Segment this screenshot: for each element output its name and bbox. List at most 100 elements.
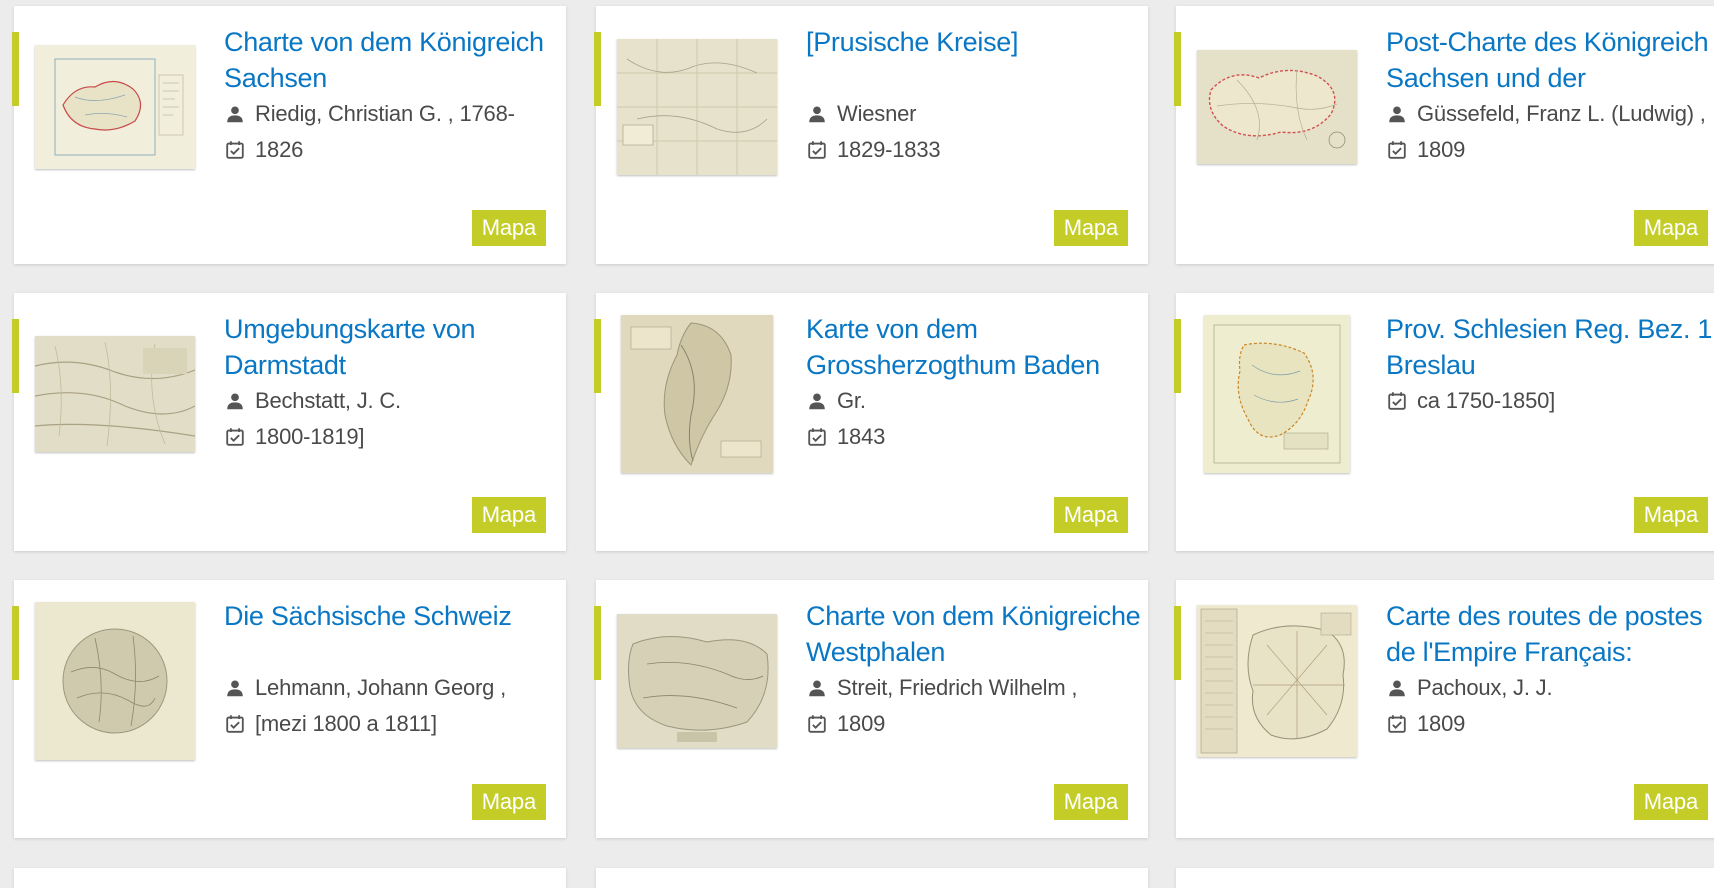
result-title[interactable]: [Prusische Kreise] — [806, 24, 1151, 96]
result-card[interactable]: Die Sächsische Schweiz Lehmann, Johann G… — [12, 580, 569, 838]
author-text[interactable]: Gr. — [837, 383, 866, 419]
card-accent-bar — [1174, 319, 1181, 393]
card-accent-bar — [594, 32, 601, 106]
calendar-check-icon — [808, 141, 826, 159]
person-icon — [227, 393, 243, 410]
card-accent-bar — [12, 606, 19, 680]
result-title[interactable]: Charte von dem Königreiche Westphalen — [806, 598, 1151, 670]
map-thumbnail[interactable] — [34, 600, 196, 762]
result-card[interactable]: Charte von dem Königreich Sachsen Riedig… — [12, 6, 569, 264]
author-text[interactable]: Pachoux, J. J. — [1417, 670, 1553, 706]
calendar-check-icon — [1388, 392, 1406, 410]
author-row: Streit, Friedrich Wilhelm , — [806, 670, 1151, 706]
author-row: Gr. — [806, 383, 1151, 419]
type-badge[interactable]: Mapa — [1053, 497, 1128, 533]
type-badge[interactable]: Mapa — [1633, 497, 1708, 533]
result-title[interactable]: Karte von dem Grossherzogthum Baden — [806, 311, 1151, 383]
result-card[interactable]: Post-Charte des Königreich Sachsen und d… — [1174, 6, 1714, 264]
result-card-partial[interactable] — [596, 868, 1148, 888]
map-thumbnail[interactable] — [1196, 26, 1358, 188]
map-thumbnail[interactable] — [616, 600, 778, 762]
result-card[interactable]: Prov. Schlesien Reg. Bez. 1. Breslau ca … — [1174, 293, 1714, 551]
result-title[interactable]: Umgebungskarte von Darmstadt — [224, 311, 569, 383]
result-title[interactable]: Carte des routes de postes de l'Empire F… — [1386, 598, 1714, 670]
result-card[interactable]: Charte von dem Königreiche Westphalen St… — [594, 580, 1151, 838]
type-badge[interactable]: Mapa — [1633, 784, 1708, 820]
type-badge[interactable]: Mapa — [1633, 210, 1708, 246]
result-title[interactable]: Die Sächsische Schweiz — [224, 598, 569, 670]
date-row: 1843 — [806, 419, 1151, 455]
map-thumbnail[interactable] — [616, 313, 778, 475]
result-card-partial[interactable] — [14, 868, 566, 888]
person-icon — [1389, 106, 1405, 123]
calendar-check-icon — [808, 428, 826, 446]
date-row: 1800-1819] — [224, 419, 569, 455]
card-accent-bar — [12, 319, 19, 393]
date-text: ca 1750-1850] — [1417, 388, 1556, 413]
type-badge[interactable]: Mapa — [471, 210, 546, 246]
type-badge[interactable]: Mapa — [471, 784, 546, 820]
result-info: Carte des routes de postes de l'Empire F… — [1386, 598, 1714, 742]
author-text[interactable]: Wiesner — [837, 96, 916, 132]
map-image — [1204, 315, 1350, 473]
person-icon — [809, 393, 825, 410]
type-badge[interactable]: Mapa — [471, 497, 546, 533]
type-badge[interactable]: Mapa — [1053, 210, 1128, 246]
author-text[interactable]: Streit, Friedrich Wilhelm , — [837, 670, 1078, 706]
map-thumbnail[interactable] — [1196, 600, 1358, 762]
search-results-grid: Charte von dem Königreich Sachsen Riedig… — [0, 0, 1714, 888]
result-title[interactable]: Charte von dem Königreich Sachsen — [224, 24, 569, 96]
map-image — [35, 45, 195, 169]
result-title[interactable]: Post-Charte des Königreich Sachsen und d… — [1386, 24, 1714, 96]
result-info: [Prusische Kreise] Wiesner 1829-1833 — [806, 24, 1151, 168]
author-row: Wiesner — [806, 96, 1151, 132]
result-card-partial[interactable] — [1176, 868, 1714, 888]
date-row: 1826 — [224, 132, 569, 168]
date-text: 1809 — [837, 711, 886, 736]
person-icon — [227, 106, 243, 123]
type-badge[interactable]: Mapa — [1053, 784, 1128, 820]
date-row: 1809 — [1386, 706, 1714, 742]
map-image — [35, 336, 195, 452]
date-text: 1826 — [255, 137, 304, 162]
result-card[interactable]: Umgebungskarte von Darmstadt Bechstatt, … — [12, 293, 569, 551]
map-image — [617, 39, 777, 175]
author-text[interactable]: Lehmann, Johann Georg , — [255, 670, 506, 706]
map-image — [1197, 605, 1357, 757]
date-row: 1809 — [1386, 132, 1714, 168]
date-row: [mezi 1800 a 1811] — [224, 706, 569, 742]
calendar-check-icon — [1388, 141, 1406, 159]
date-text: 1800-1819] — [255, 424, 365, 449]
result-card[interactable]: Karte von dem Grossherzogthum Baden Gr. … — [594, 293, 1151, 551]
map-thumbnail[interactable] — [34, 313, 196, 475]
result-info: Post-Charte des Königreich Sachsen und d… — [1386, 24, 1714, 168]
card-accent-bar — [1174, 32, 1181, 106]
date-text: 1809 — [1417, 137, 1466, 162]
author-text[interactable]: Bechstatt, J. C. — [255, 383, 401, 419]
person-icon — [809, 106, 825, 123]
map-thumbnail[interactable] — [616, 26, 778, 188]
map-thumbnail[interactable] — [34, 26, 196, 188]
date-text: [mezi 1800 a 1811] — [255, 711, 437, 736]
result-card[interactable]: Carte des routes de postes de l'Empire F… — [1174, 580, 1714, 838]
result-info: Charte von dem Königreich Sachsen Riedig… — [224, 24, 569, 168]
author-text[interactable]: Riedig, Christian G. , 1768- — [255, 96, 515, 132]
author-row: Pachoux, J. J. — [1386, 670, 1714, 706]
calendar-check-icon — [226, 428, 244, 446]
date-text: 1843 — [837, 424, 886, 449]
date-text: 1809 — [1417, 711, 1466, 736]
result-info: Prov. Schlesien Reg. Bez. 1. Breslau ca … — [1386, 311, 1714, 419]
result-info: Die Sächsische Schweiz Lehmann, Johann G… — [224, 598, 569, 742]
map-image — [617, 614, 777, 748]
map-thumbnail[interactable] — [1196, 313, 1358, 475]
card-accent-bar — [12, 32, 19, 106]
date-row: 1809 — [806, 706, 1151, 742]
card-accent-bar — [594, 606, 601, 680]
date-text: 1829-1833 — [837, 137, 941, 162]
result-title[interactable]: Prov. Schlesien Reg. Bez. 1. Breslau — [1386, 311, 1714, 383]
person-icon — [809, 680, 825, 697]
result-card[interactable]: [Prusische Kreise] Wiesner 1829-1833 Map… — [594, 6, 1151, 264]
calendar-check-icon — [226, 141, 244, 159]
calendar-check-icon — [808, 715, 826, 733]
author-text[interactable]: Güssefeld, Franz L. (Ludwig) , — [1417, 96, 1706, 132]
